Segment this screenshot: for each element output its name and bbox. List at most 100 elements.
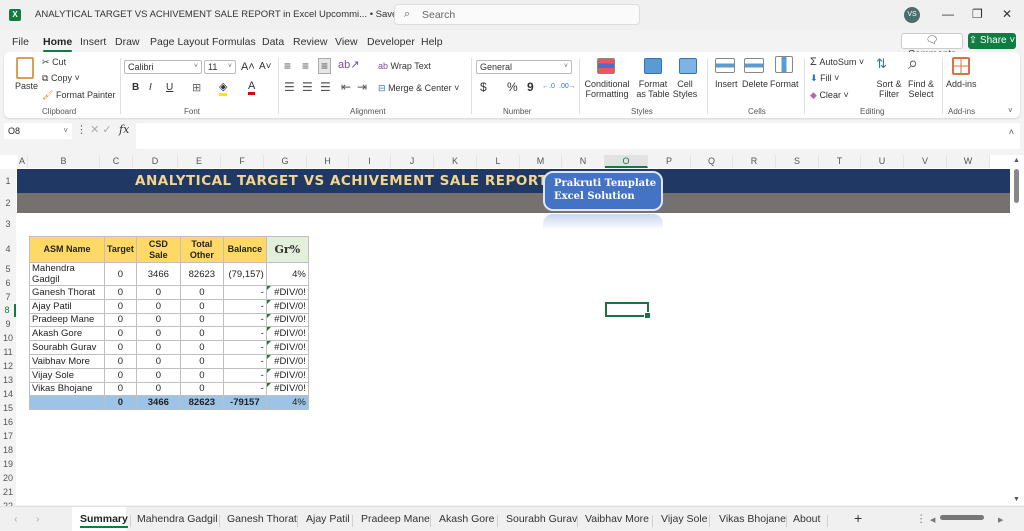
sheet-tab-about[interactable]: About (793, 513, 820, 525)
vertical-scrollbar[interactable]: ▲ ▼ (1010, 155, 1024, 505)
column-header-n[interactable]: N (562, 155, 605, 168)
cell-total-other[interactable]: 0 (179, 367, 224, 383)
header-balance[interactable]: Balance (222, 236, 267, 263)
align-left-button[interactable]: ☰ (284, 80, 295, 94)
cell-target[interactable]: 0 (104, 285, 137, 300)
autosum-button[interactable]: Σ AutoSum ˅ (810, 56, 864, 68)
scroll-right-icon[interactable]: ▶ (998, 516, 1003, 524)
cell-target[interactable]: 0 (104, 312, 137, 328)
cell-csd-sale[interactable]: 0 (135, 285, 181, 300)
menu-file[interactable]: File (12, 36, 29, 48)
column-header-w[interactable]: W (947, 155, 990, 168)
copy-button[interactable]: ⧉ Copy ˅ (42, 73, 80, 84)
row-header-17[interactable]: 17 (0, 429, 16, 443)
sheet-tab-summary[interactable]: Summary (80, 513, 128, 528)
align-top-button[interactable]: ≡ (284, 59, 291, 73)
clear-button[interactable]: ◆ Clear ˅ (810, 90, 849, 101)
cell-gr-percent[interactable]: #DIV/0! (265, 298, 309, 314)
align-right-button[interactable]: ☰ (320, 80, 331, 94)
underline-button[interactable]: U (166, 82, 173, 93)
cell-csd-sale[interactable]: 3466 (135, 262, 181, 286)
sheet-tab-akash-gore[interactable]: Akash Gore (439, 513, 494, 525)
column-header-r[interactable]: R (733, 155, 776, 168)
cell-asm-name[interactable]: Akash Gore (29, 326, 105, 342)
cell-balance[interactable]: - (222, 340, 267, 355)
enter-icon[interactable]: ✓ (102, 124, 111, 136)
cell-balance[interactable]: - (222, 367, 267, 383)
menu-review[interactable]: Review (293, 36, 327, 48)
row-header-11[interactable]: 11 (0, 345, 16, 359)
comments-button[interactable]: 🗨 Comments (901, 33, 963, 60)
cell-csd-sale[interactable]: 0 (135, 340, 181, 355)
cell-csd-sale[interactable]: 0 (135, 367, 181, 383)
header-gr-percent[interactable]: Gr% (265, 236, 309, 263)
column-header-e[interactable]: E (178, 155, 221, 168)
scroll-left-icon[interactable]: ◀ (930, 516, 935, 524)
conditional-formatting-button[interactable]: Conditional Formatting (584, 79, 630, 99)
cell-gr-percent[interactable]: #DIV/0! (265, 367, 309, 383)
sheet-tab-sourabh-gurav[interactable]: Sourabh Gurav (506, 513, 577, 525)
font-name-select[interactable]: Calibri ˅ (124, 60, 202, 74)
collapse-ribbon-button[interactable]: ˅ (1008, 106, 1013, 115)
addins-button[interactable]: Add-ins (946, 79, 977, 89)
cell-csd-sale[interactable]: 0 (135, 326, 181, 342)
promo-shape[interactable]: Prakruti Template Excel Solution (543, 171, 663, 211)
sheet-tab-vaibhav-more[interactable]: Vaibhav More (585, 513, 649, 525)
cell-total-other[interactable]: 0 (179, 340, 224, 355)
cell-styles-button[interactable]: Cell Styles (670, 79, 700, 99)
next-sheet-button[interactable]: › (36, 513, 40, 525)
cell-target[interactable]: 0 (104, 326, 137, 342)
header-csd-sale[interactable]: CSD Sale (135, 236, 181, 263)
cell-balance[interactable]: - (222, 353, 267, 369)
row-header-2[interactable]: 2 (0, 193, 16, 213)
total-csd-sale[interactable]: 3466 (135, 395, 181, 411)
wrap-text-button[interactable]: ab Wrap Text (378, 61, 431, 71)
column-header-h[interactable]: H (307, 155, 349, 168)
row-header-21[interactable]: 21 (0, 485, 16, 499)
fill-button[interactable]: ⬇ Fill ˅ (810, 73, 839, 84)
increase-decimal-button[interactable]: ←.0 (542, 83, 555, 90)
paste-button[interactable]: Paste (15, 81, 38, 91)
cell-gr-percent[interactable]: #DIV/0! (265, 285, 309, 300)
sheet-tab-mahendra-gadgil[interactable]: Mahendra Gadgil (137, 513, 218, 525)
column-header-d[interactable]: D (133, 155, 178, 168)
column-header-k[interactable]: K (434, 155, 477, 168)
menu-draw[interactable]: Draw (115, 36, 140, 48)
vertical-scroll-thumb[interactable] (1014, 169, 1019, 203)
row-header-12[interactable]: 12 (0, 359, 16, 373)
cell-balance[interactable]: (79,157) (222, 262, 267, 286)
header-target[interactable]: Target (104, 236, 137, 263)
percent-button[interactable]: % (507, 80, 518, 94)
cell-total-other[interactable]: 0 (179, 381, 224, 397)
menu-formulas[interactable]: Formulas (212, 36, 256, 48)
header-asm-name[interactable]: ASM Name (29, 236, 105, 263)
cell-balance[interactable]: - (222, 326, 267, 342)
cell-csd-sale[interactable]: 0 (135, 381, 181, 397)
sort-filter-button[interactable]: Sort & Filter (874, 79, 904, 99)
increase-indent-button[interactable]: ⇥ (357, 80, 367, 94)
cell-asm-name[interactable]: Vaibhav More (29, 353, 105, 369)
report-title-banner[interactable]: ANALYTICAL TARGET VS ACHIVEMENT SALE REP… (17, 169, 1018, 193)
sheet-tab-vikas-bhojane[interactable]: Vikas Bhojane (719, 513, 786, 525)
column-header-t[interactable]: T (819, 155, 861, 168)
insert-button[interactable]: Insert (715, 79, 738, 89)
total-target[interactable]: 0 (104, 395, 137, 411)
cell-total-other[interactable]: 0 (179, 298, 224, 314)
cell-target[interactable]: 0 (104, 340, 137, 355)
row-header-18[interactable]: 18 (0, 443, 16, 457)
column-header-j[interactable]: J (391, 155, 434, 168)
cell-total-other[interactable]: 82623 (179, 262, 224, 286)
cell-total-other[interactable]: 0 (179, 285, 224, 300)
cell-csd-sale[interactable]: 0 (135, 298, 181, 314)
column-header-c[interactable]: C (100, 155, 133, 168)
cell-gr-percent[interactable]: #DIV/0! (265, 353, 309, 369)
avatar[interactable]: VS (904, 7, 920, 23)
row-header-8[interactable]: 8 (0, 304, 16, 317)
cell-total-other[interactable]: 0 (179, 326, 224, 342)
menu-home[interactable]: Home (43, 36, 73, 52)
total-gr-percent[interactable]: 4% (265, 395, 309, 411)
decrease-decimal-button[interactable]: .00→ (559, 83, 576, 90)
align-center-button[interactable]: ☰ (302, 80, 313, 94)
column-header-f[interactable]: F (221, 155, 264, 168)
format-painter-button[interactable]: 🖌 Format Painter (42, 90, 115, 101)
